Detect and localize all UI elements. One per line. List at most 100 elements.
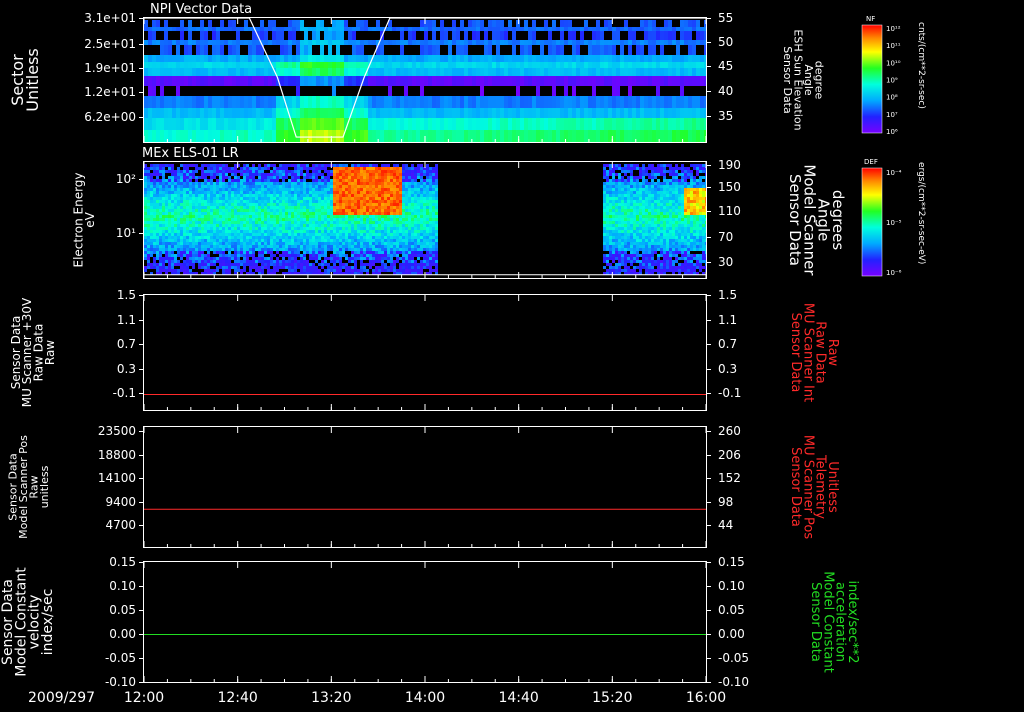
npi-cell xyxy=(260,118,264,130)
npi-cell xyxy=(376,62,380,68)
els-cell xyxy=(423,209,426,212)
els-cell xyxy=(399,176,402,179)
els-cell xyxy=(414,218,417,221)
npi-cell xyxy=(592,108,596,118)
els-cell xyxy=(420,242,423,245)
els-cell xyxy=(339,233,342,236)
els-cell xyxy=(276,212,279,215)
els-cell xyxy=(399,191,402,194)
npi-cell xyxy=(680,27,684,31)
els-cell xyxy=(294,233,297,236)
npi-cell xyxy=(604,68,608,76)
els-cell xyxy=(282,233,285,236)
els-cell xyxy=(231,233,234,236)
npi-cell xyxy=(228,118,232,130)
npi-cell xyxy=(356,20,360,27)
els-cell xyxy=(423,236,426,239)
els-cell xyxy=(174,260,177,263)
els-cell xyxy=(408,173,411,176)
els-cell xyxy=(327,206,330,209)
els-cell xyxy=(156,173,159,176)
npi-cell xyxy=(676,130,680,142)
npi-cell xyxy=(328,27,332,31)
npi-cell xyxy=(696,20,700,27)
els-cell xyxy=(180,215,183,218)
els-cell xyxy=(372,179,375,182)
npi-cell xyxy=(532,62,536,68)
npi-cell xyxy=(224,27,228,31)
npi-cell xyxy=(416,40,420,45)
els-cell xyxy=(255,179,258,182)
npi-cell xyxy=(180,20,184,27)
els-cell xyxy=(369,263,372,266)
els-cell xyxy=(399,224,402,227)
npi-cell xyxy=(624,68,628,76)
els-cell xyxy=(357,173,360,176)
els-cell xyxy=(204,200,207,203)
els-cell xyxy=(330,224,333,227)
npi-cell xyxy=(604,40,608,45)
els-cell xyxy=(300,260,303,263)
els-cell xyxy=(273,239,276,242)
els-cell xyxy=(342,182,345,185)
els-cell xyxy=(399,173,402,176)
els-cell xyxy=(279,254,282,257)
els-cell xyxy=(183,212,186,215)
els-cell xyxy=(207,245,210,248)
els-cell xyxy=(384,209,387,212)
els-cell xyxy=(285,194,288,197)
els-cell xyxy=(318,221,321,224)
npi-cell xyxy=(528,40,532,45)
npi-cell xyxy=(700,68,704,76)
els-cell xyxy=(426,185,429,188)
els-cell xyxy=(300,221,303,224)
els-cell xyxy=(369,194,372,197)
els-cell xyxy=(411,167,414,170)
npi-cell xyxy=(640,27,644,31)
npi-cell xyxy=(424,62,428,68)
npi-cell xyxy=(660,40,664,45)
els-cell xyxy=(225,191,228,194)
els-cell xyxy=(282,176,285,179)
npi-cell xyxy=(308,130,312,142)
els-cell xyxy=(333,185,336,188)
npi-cell xyxy=(144,27,148,31)
npi-cell xyxy=(196,45,200,55)
els-cell xyxy=(264,182,267,185)
els-cell xyxy=(255,263,258,266)
els-cell xyxy=(198,230,201,233)
els-cell xyxy=(234,266,237,269)
els-cell xyxy=(333,233,336,236)
els-cell xyxy=(312,197,315,200)
els-cell xyxy=(204,203,207,206)
npi-cell xyxy=(360,45,364,55)
els-cell xyxy=(426,254,429,257)
els-cell xyxy=(156,266,159,269)
els-cell xyxy=(351,233,354,236)
els-cell xyxy=(357,224,360,227)
els-cell xyxy=(309,230,312,233)
npi-cell xyxy=(488,108,492,118)
els-cell xyxy=(345,266,348,269)
els-cell xyxy=(234,209,237,212)
els-cell xyxy=(285,206,288,209)
els-cell xyxy=(207,179,210,182)
els-cell xyxy=(366,167,369,170)
els-cell xyxy=(216,251,219,254)
els-cell xyxy=(246,227,249,230)
npi-cell xyxy=(468,68,472,76)
els-cell xyxy=(267,182,270,185)
npi-cell xyxy=(560,40,564,45)
els-cell xyxy=(228,245,231,248)
els-cell xyxy=(261,221,264,224)
npi-cell xyxy=(304,76,308,86)
els-cell xyxy=(150,263,153,266)
els-cell xyxy=(285,224,288,227)
els-cell xyxy=(153,242,156,245)
els-cell xyxy=(240,254,243,257)
els-cell xyxy=(204,209,207,212)
els-cell xyxy=(300,188,303,191)
npi-cell xyxy=(680,62,684,68)
els-cell xyxy=(228,191,231,194)
els-cell xyxy=(384,239,387,242)
